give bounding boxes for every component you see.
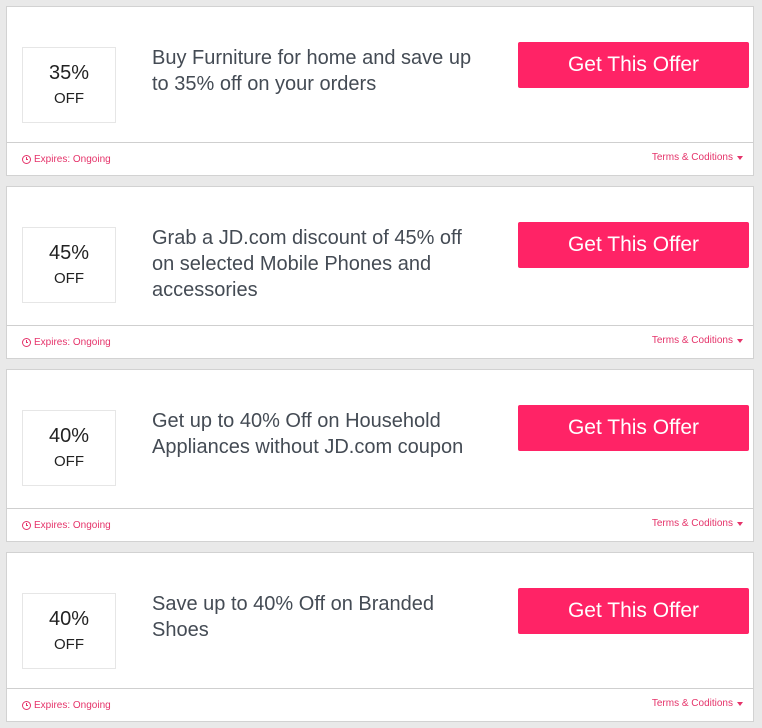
caret-down-icon [737, 338, 743, 343]
caret-down-icon [737, 701, 743, 706]
expiry-text: Expires: Ongoing [34, 154, 111, 165]
caret-down-icon [737, 155, 743, 160]
offer-title: Buy Furniture for home and save up to 35… [152, 47, 472, 95]
clock-icon [22, 338, 31, 347]
clock-icon [22, 701, 31, 710]
discount-badge: 40% OFF [22, 410, 116, 486]
discount-badge: 35% OFF [22, 47, 116, 123]
discount-badge: 45% OFF [22, 227, 116, 303]
discount-unit: OFF [54, 636, 84, 653]
offer-card-body: 45% OFF Grab a JD.com discount of 45% of… [7, 187, 753, 326]
offer-card: 40% OFF Save up to 40% Off on Branded Sh… [6, 552, 754, 722]
offer-card-footer: Expires: Ongoing Terms & Coditions [7, 143, 753, 175]
offer-card: 40% OFF Get up to 40% Off on Household A… [6, 369, 754, 542]
discount-badge: 40% OFF [22, 593, 116, 669]
expiry-info: Expires: Ongoing [22, 337, 111, 348]
terms-toggle[interactable]: Terms & Coditions [652, 335, 743, 346]
discount-value: 40% [48, 608, 90, 630]
offer-title: Save up to 40% Off on Branded Shoes [152, 593, 435, 641]
clock-icon [22, 155, 31, 164]
terms-toggle[interactable]: Terms & Coditions [652, 152, 743, 163]
offer-card-body: 40% OFF Get up to 40% Off on Household A… [7, 370, 753, 509]
expiry-info: Expires: Ongoing [22, 700, 111, 711]
offer-title: Get up to 40% Off on Household Appliance… [152, 410, 464, 458]
expiry-info: Expires: Ongoing [22, 154, 111, 165]
offer-card-footer: Expires: Ongoing Terms & Coditions [7, 509, 753, 541]
discount-value: 35% [48, 62, 90, 84]
offer-title: Grab a JD.com discount of 45% off on sel… [152, 227, 462, 301]
offer-card-footer: Expires: Ongoing Terms & Coditions [7, 689, 753, 721]
terms-toggle[interactable]: Terms & Coditions [652, 698, 743, 709]
discount-unit: OFF [54, 90, 84, 107]
offer-card-body: 40% OFF Save up to 40% Off on Branded Sh… [7, 553, 753, 689]
terms-label: Terms & Coditions [651, 518, 733, 529]
get-offer-button[interactable]: Get This Offer [518, 42, 749, 88]
discount-value: 45% [48, 242, 90, 264]
expiry-text: Expires: Ongoing [34, 520, 111, 531]
discount-unit: OFF [54, 270, 84, 287]
offer-card: 45% OFF Grab a JD.com discount of 45% of… [6, 186, 754, 359]
terms-label: Terms & Coditions [651, 152, 733, 163]
get-offer-button[interactable]: Get This Offer [518, 405, 749, 451]
expiry-text: Expires: Ongoing [34, 337, 111, 348]
discount-unit: OFF [54, 453, 84, 470]
discount-value: 40% [48, 425, 90, 447]
terms-toggle[interactable]: Terms & Coditions [652, 518, 743, 529]
offer-card-footer: Expires: Ongoing Terms & Coditions [7, 326, 753, 358]
offer-card-body: 35% OFF Buy Furniture for home and save … [7, 7, 753, 143]
expiry-info: Expires: Ongoing [22, 520, 111, 531]
offer-card: 35% OFF Buy Furniture for home and save … [6, 6, 754, 176]
get-offer-button[interactable]: Get This Offer [518, 222, 749, 268]
clock-icon [22, 521, 31, 530]
terms-label: Terms & Coditions [651, 335, 733, 346]
expiry-text: Expires: Ongoing [34, 700, 111, 711]
get-offer-button[interactable]: Get This Offer [518, 588, 749, 634]
caret-down-icon [737, 521, 743, 526]
terms-label: Terms & Coditions [651, 698, 733, 709]
